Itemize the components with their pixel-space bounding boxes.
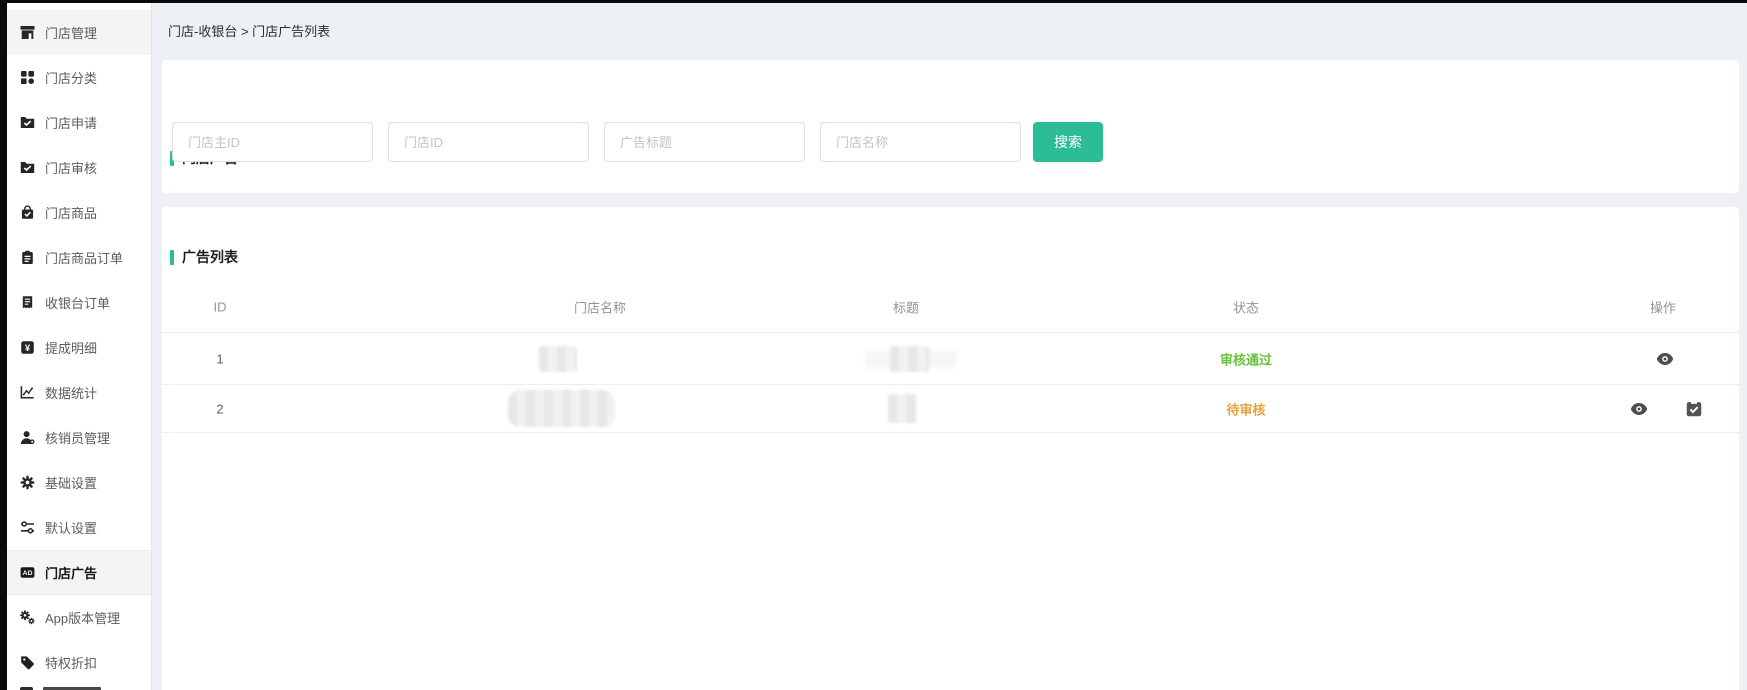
sidebar-item-data-statistics[interactable]: 数据统计 bbox=[7, 370, 151, 415]
table-row: 1 审核通过 bbox=[162, 333, 1739, 385]
sidebar-item-label: 门店广告 bbox=[45, 563, 97, 582]
ad-title-input[interactable] bbox=[604, 122, 805, 162]
yen-square-icon: ¥ bbox=[20, 340, 35, 355]
sliders-icon bbox=[20, 520, 35, 535]
redacted-ad-title bbox=[888, 394, 917, 423]
sidebar-item-label: 门店商品订单 bbox=[45, 248, 123, 267]
store-icon bbox=[20, 25, 35, 40]
main-content: 门店-收银台 > 门店广告列表 门店广告 搜索 广告列表 ID bbox=[152, 3, 1747, 690]
receipt-icon bbox=[20, 295, 35, 310]
folder-check-icon bbox=[20, 115, 35, 130]
sidebar-item-store-management[interactable]: 门店管理 bbox=[7, 10, 151, 55]
sidebar-item-label: 门店商品 bbox=[45, 203, 97, 222]
sidebar-item-label: 基础设置 bbox=[45, 473, 97, 492]
sidebar-item-verifier-management[interactable]: 核销员管理 bbox=[7, 415, 151, 460]
store-owner-id-input[interactable] bbox=[172, 122, 373, 162]
window-left-edge bbox=[0, 0, 7, 690]
redacted-store-name bbox=[508, 390, 615, 427]
chart-line-icon bbox=[20, 385, 35, 400]
sidebar-item-label: 提成明细 bbox=[45, 338, 97, 357]
gear-icon bbox=[20, 475, 35, 490]
sidebar-item-store-apply[interactable]: 门店申请 bbox=[7, 100, 151, 145]
sidebar-item-privilege-discount[interactable]: 特权折扣 bbox=[7, 640, 151, 685]
col-header-action: 操作 bbox=[1650, 298, 1676, 317]
table-header: ID 门店名称 标题 状态 操作 bbox=[162, 282, 1739, 333]
sidebar-item-app-version[interactable]: App版本管理 bbox=[7, 595, 151, 640]
svg-text:¥: ¥ bbox=[25, 343, 31, 354]
audit-check-icon[interactable] bbox=[1686, 401, 1702, 417]
sidebar-item-default-settings[interactable]: 默认设置 bbox=[7, 505, 151, 550]
list-section-title: 广告列表 bbox=[170, 247, 238, 267]
sidebar-item-label: 收银台订单 bbox=[45, 293, 110, 312]
row-id: 2 bbox=[216, 401, 223, 416]
table-row: 2 待审核 bbox=[162, 385, 1739, 433]
sidebar-item-store-goods[interactable]: 门店商品 bbox=[7, 190, 151, 235]
svg-text:AD: AD bbox=[23, 570, 33, 577]
sidebar-item-store-category[interactable]: 门店分类 bbox=[7, 55, 151, 100]
ad-icon: AD bbox=[20, 565, 35, 580]
view-icon[interactable] bbox=[1657, 352, 1674, 365]
redacted-ad-title bbox=[890, 346, 929, 372]
clipboard-list-icon bbox=[20, 250, 35, 265]
sidebar-item-store-audit[interactable]: 门店审核 bbox=[7, 145, 151, 190]
folder-check-icon bbox=[20, 160, 35, 175]
ad-list-panel: 广告列表 ID 门店名称 标题 状态 操作 1 审核通过 bbox=[162, 207, 1739, 690]
sidebar-item-cashier-orders[interactable]: 收银台订单 bbox=[7, 280, 151, 325]
sidebar: 门店管理 门店分类 门店申请 门店审核 门店商品 bbox=[7, 3, 152, 690]
row-id: 1 bbox=[216, 351, 223, 366]
col-header-name: 门店名称 bbox=[574, 298, 626, 317]
search-panel: 门店广告 搜索 bbox=[162, 60, 1739, 193]
sidebar-item-label: 特权折扣 bbox=[45, 653, 97, 672]
store-name-input[interactable] bbox=[820, 122, 1021, 162]
sidebar-item-label: 默认设置 bbox=[45, 518, 97, 537]
sidebar-item-label: 门店审核 bbox=[45, 158, 97, 177]
col-header-id: ID bbox=[214, 300, 227, 315]
sidebar-item-label: 门店管理 bbox=[45, 23, 97, 42]
search-button[interactable]: 搜索 bbox=[1033, 122, 1103, 162]
view-icon[interactable] bbox=[1631, 402, 1648, 415]
status-badge: 待审核 bbox=[1226, 399, 1265, 418]
section-title-bar bbox=[170, 250, 174, 265]
redacted-store-name bbox=[539, 346, 577, 372]
grid-icon bbox=[20, 70, 35, 85]
col-header-title: 标题 bbox=[893, 298, 919, 317]
sidebar-item-label: 门店申请 bbox=[45, 113, 97, 132]
status-badge: 审核通过 bbox=[1220, 349, 1272, 368]
tag-icon bbox=[20, 655, 35, 670]
search-filters bbox=[172, 122, 1021, 162]
col-header-status: 状态 bbox=[1233, 298, 1259, 317]
sidebar-item-commission-detail[interactable]: ¥ 提成明细 bbox=[7, 325, 151, 370]
gears-icon bbox=[20, 610, 35, 625]
sidebar-item-basic-settings[interactable]: 基础设置 bbox=[7, 460, 151, 505]
sidebar-item-store-ads[interactable]: AD 门店广告 bbox=[7, 550, 151, 595]
sidebar-item-label: 数据统计 bbox=[45, 383, 97, 402]
breadcrumb[interactable]: 门店-收银台 > 门店广告列表 bbox=[168, 3, 330, 60]
admin-page: 门店管理 门店分类 门店申请 门店审核 门店商品 bbox=[0, 0, 1747, 690]
sidebar-item-store-goods-orders[interactable]: 门店商品订单 bbox=[7, 235, 151, 280]
store-id-input[interactable] bbox=[388, 122, 589, 162]
user-icon bbox=[20, 430, 35, 445]
sidebar-item-clipped[interactable] bbox=[7, 685, 151, 690]
sidebar-item-label: App版本管理 bbox=[45, 608, 120, 627]
bag-check-icon bbox=[20, 205, 35, 220]
sidebar-item-label: 门店分类 bbox=[45, 68, 97, 87]
sidebar-item-label: 核销员管理 bbox=[45, 428, 110, 447]
